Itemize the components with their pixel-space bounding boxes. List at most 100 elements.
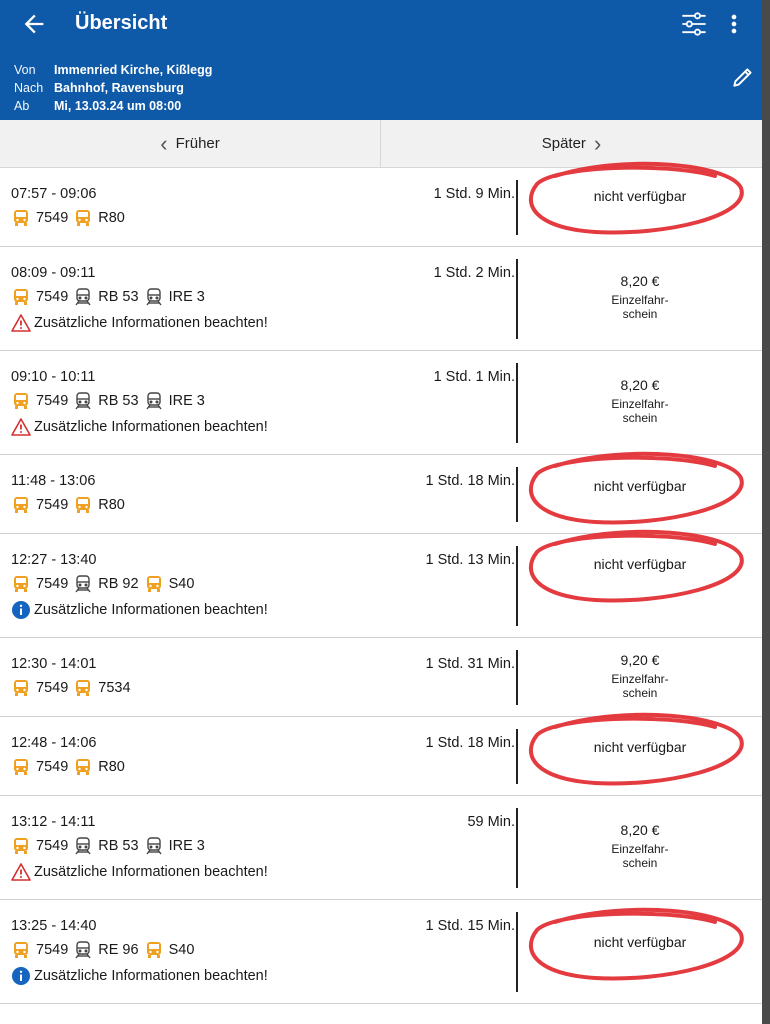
chevron-left-icon: ‹: [160, 130, 168, 156]
connection-duration: 1 Std. 13 Min.: [425, 552, 515, 568]
connection-row[interactable]: 13:25 - 14:40 1 Std. 15 Min. 7549 RE 96 S40 Z…: [0, 900, 762, 1004]
line-label: R80: [98, 210, 125, 226]
bus-icon: [11, 208, 31, 228]
info-text: Zusätzliche Informationen beachten!: [34, 602, 268, 618]
info-notice[interactable]: Zusätzliche Informationen beachten!: [11, 966, 268, 986]
line-label: 7549: [36, 210, 69, 226]
divider: [516, 259, 518, 339]
price-value: 8,20 €: [620, 822, 660, 838]
connection-duration: 1 Std. 31 Min.: [425, 656, 515, 672]
connection-duration: 1 Std. 18 Min.: [425, 473, 515, 489]
transport-lines: 7549 R80: [11, 495, 125, 515]
info-notice[interactable]: Zusätzliche Informationen beachten!: [11, 600, 268, 620]
bus-icon: [73, 495, 93, 515]
warning-icon: [11, 313, 31, 333]
price-block[interactable]: 8,20 € Einzelfahr-schein: [560, 822, 720, 870]
earlier-button[interactable]: ‹ Früher: [0, 120, 381, 167]
divider: [516, 650, 518, 705]
price-unavailable: nicht verfügbar: [593, 739, 687, 755]
transport-lines: 7549 RE 96 S40: [11, 940, 194, 960]
line-label: S40: [168, 576, 195, 592]
divider: [516, 729, 518, 784]
price-block[interactable]: 8,20 € Einzelfahr-schein: [560, 377, 720, 425]
bus-icon: [11, 678, 31, 698]
transport-lines: 7549 7534: [11, 678, 131, 698]
connection-row[interactable]: 13:12 - 14:11 59 Min. 7549 RB 53 IRE 3 Zusätz…: [0, 796, 762, 900]
train-icon: [73, 287, 93, 307]
line-label: 7534: [98, 680, 131, 696]
train-icon: [144, 287, 164, 307]
departure-label: Ab: [14, 99, 30, 113]
line-label: RB 53: [98, 838, 139, 854]
price-value: 9,20 €: [620, 652, 660, 668]
train-icon: [144, 391, 164, 411]
connection-row[interactable]: 08:09 - 09:11 1 Std. 2 Min. 7549 RB 53 IRE 3…: [0, 247, 762, 351]
app-bar: Übersicht Von Immenried Kirche, Kißlegg N…: [0, 0, 762, 120]
info-text: Zusätzliche Informationen beachten!: [34, 864, 268, 880]
connection-duration: 1 Std. 9 Min.: [433, 186, 515, 202]
filter-settings-icon[interactable]: [680, 10, 708, 38]
bus-icon: [11, 940, 31, 960]
info-notice[interactable]: Zusätzliche Informationen beachten!: [11, 417, 268, 437]
connection-row[interactable]: 12:27 - 13:40 1 Std. 13 Min. 7549 RB 92 S40 Z…: [0, 529, 762, 638]
price-value: 8,20 €: [620, 273, 660, 289]
transport-lines: 7549 RB 53 IRE 3: [11, 287, 205, 307]
price-unavailable: nicht verfügbar: [593, 934, 687, 950]
line-label: 7549: [36, 942, 69, 958]
price-unavailable: nicht verfügbar: [593, 188, 687, 204]
divider: [516, 808, 518, 888]
line-label: RB 53: [98, 393, 139, 409]
connection-time: 09:10 - 10:11: [11, 369, 96, 385]
warning-icon: [11, 417, 31, 437]
info-notice[interactable]: Zusätzliche Informationen beachten!: [11, 313, 268, 333]
bus-icon: [11, 757, 31, 777]
departure-value: Mi, 13.03.24 um 08:00: [54, 99, 182, 113]
ticket-type: Einzelfahr-schein: [611, 672, 669, 700]
transport-lines: 7549 R80: [11, 757, 125, 777]
line-label: 7549: [36, 289, 69, 305]
divider: [516, 546, 518, 626]
connection-row[interactable]: 12:30 - 14:01 1 Std. 31 Min. 7549 7534 9,20 …: [0, 638, 762, 717]
divider: [516, 180, 518, 235]
bus-icon: [73, 757, 93, 777]
divider: [516, 467, 518, 522]
connection-duration: 1 Std. 2 Min.: [433, 265, 515, 281]
bus-icon: [73, 208, 93, 228]
later-button[interactable]: Später ›: [381, 120, 762, 167]
connection-row[interactable]: 07:57 - 09:06 1 Std. 9 Min. 7549 R80 nicht v…: [0, 161, 762, 247]
earlier-label: Früher: [175, 135, 220, 152]
line-label: IRE 3: [168, 289, 205, 305]
page-title: Übersicht: [75, 12, 168, 34]
info-icon: [11, 966, 31, 986]
line-label: S40: [168, 942, 195, 958]
transport-lines: 7549 RB 53 IRE 3: [11, 391, 205, 411]
connection-row[interactable]: 09:10 - 10:11 1 Std. 1 Min. 7549 RB 53 IRE 3…: [0, 351, 762, 455]
connection-row[interactable]: 11:48 - 13:06 1 Std. 18 Min. 7549 R80 nicht …: [0, 451, 762, 534]
connection-time: 13:12 - 14:11: [11, 814, 96, 830]
line-label: IRE 3: [168, 393, 205, 409]
price-unavailable: nicht verfügbar: [593, 556, 687, 572]
line-label: RE 96: [98, 942, 139, 958]
more-options-icon[interactable]: [724, 10, 744, 38]
screen-edge: [762, 0, 770, 1024]
bus-icon: [144, 940, 164, 960]
line-label: RB 92: [98, 576, 139, 592]
connection-row[interactable]: 12:48 - 14:06 1 Std. 18 Min. 7549 R80 nicht …: [0, 712, 762, 796]
info-notice[interactable]: Zusätzliche Informationen beachten!: [11, 862, 268, 882]
ticket-type: Einzelfahr-schein: [611, 397, 669, 425]
price-block[interactable]: 9,20 € Einzelfahr-schein: [560, 652, 720, 700]
bus-icon: [11, 495, 31, 515]
line-label: 7549: [36, 393, 69, 409]
bus-icon: [11, 391, 31, 411]
route-summary: Von Immenried Kirche, Kißlegg Nach Bahnhof…: [14, 61, 212, 115]
connection-duration: 1 Std. 18 Min.: [425, 735, 515, 751]
line-label: 7549: [36, 497, 69, 513]
transport-lines: 7549 RB 53 IRE 3: [11, 836, 205, 856]
price-block[interactable]: 8,20 € Einzelfahr-schein: [560, 273, 720, 321]
back-arrow-icon[interactable]: [20, 10, 48, 38]
price-unavailable: nicht verfügbar: [593, 478, 687, 494]
pencil-edit-icon[interactable]: [730, 64, 756, 90]
transport-lines: 7549 R80: [11, 208, 125, 228]
train-icon: [73, 574, 93, 594]
train-icon: [144, 836, 164, 856]
